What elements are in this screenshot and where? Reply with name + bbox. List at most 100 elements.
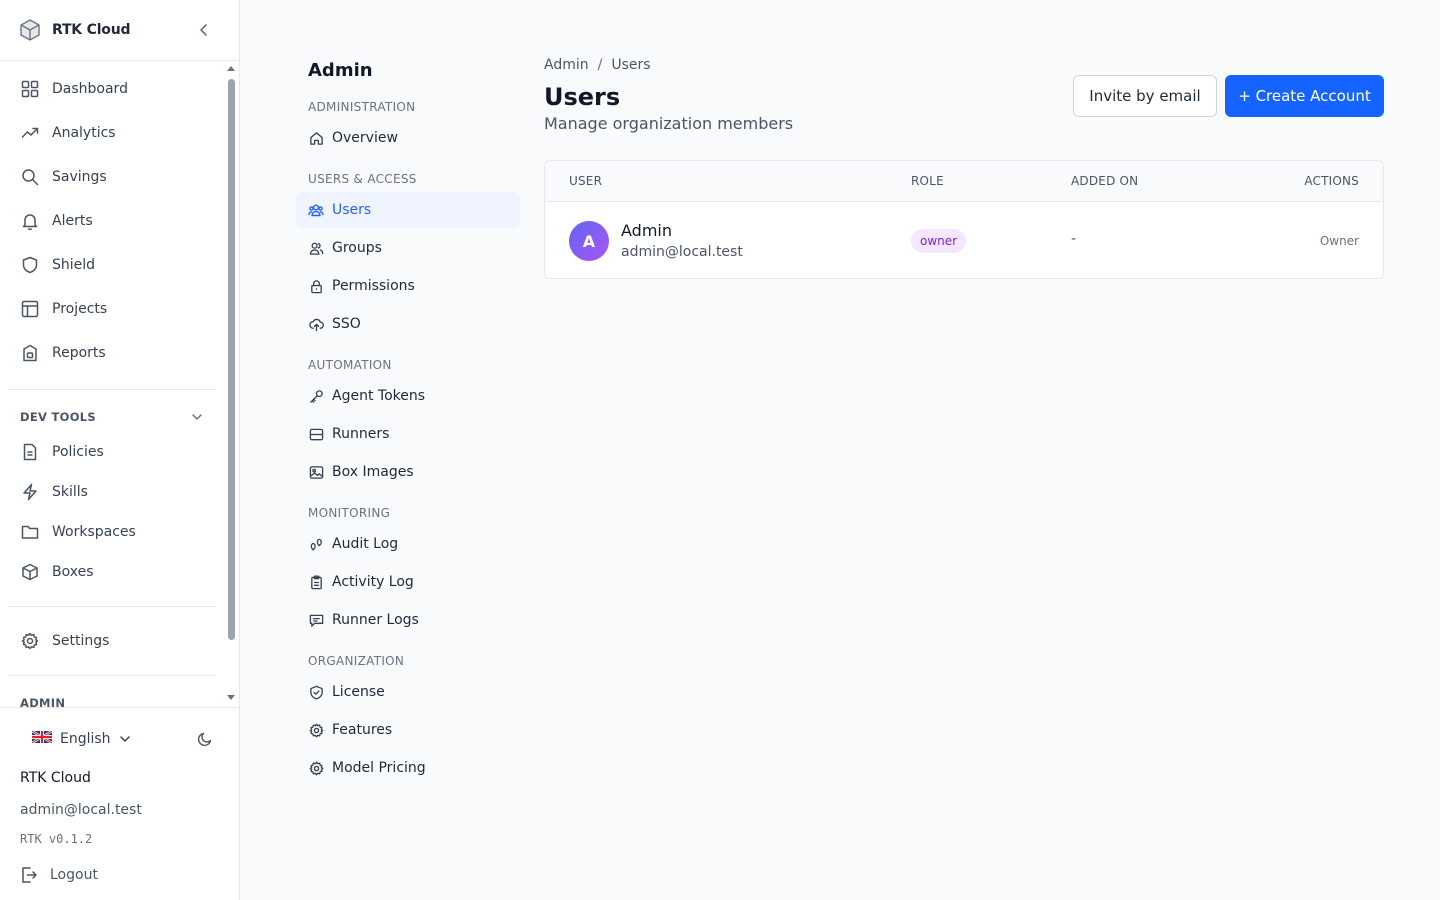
subnav-item-label: Audit Log — [332, 536, 399, 552]
clipboard-icon — [308, 574, 324, 590]
subnav-item-sso[interactable]: SSO — [296, 306, 520, 342]
subnav-item-label: Groups — [332, 240, 382, 256]
table-row: A Admin admin@local.test owner - Owner — [545, 202, 1383, 278]
dev-tools-chevron-down-icon[interactable] — [188, 408, 206, 426]
page-title: Users — [544, 83, 621, 111]
breadcrumb-current: Users — [611, 57, 651, 73]
document-icon — [20, 442, 40, 462]
sidebar-item-label: Analytics — [52, 125, 116, 141]
subnav-item-label: Model Pricing — [332, 760, 426, 776]
main-sidebar: RTK Cloud Dashboard Analytics Savings Al… — [0, 0, 240, 900]
subnav-item-groups[interactable]: Groups — [296, 230, 520, 266]
sidebar-item-reports[interactable]: Reports — [8, 335, 216, 371]
breadcrumb: Admin / Users — [544, 57, 651, 73]
create-account-button[interactable]: + Create Account — [1225, 75, 1384, 117]
group-label-administration: ADMINISTRATION — [308, 100, 416, 114]
action-cell: Owner — [1319, 234, 1359, 248]
sidebar-item-alerts[interactable]: Alerts — [8, 203, 216, 239]
subnav-item-label: License — [332, 684, 385, 700]
avatar: A — [569, 221, 609, 261]
sidebar-item-workspaces[interactable]: Workspaces — [8, 514, 216, 550]
sidebar-item-label: Boxes — [52, 564, 94, 580]
language-select[interactable]: English — [31, 729, 131, 749]
subnav-item-overview[interactable]: Overview — [296, 120, 520, 156]
sidebar-item-shield[interactable]: Shield — [8, 247, 216, 283]
gear-icon — [308, 760, 324, 776]
sidebar-item-label: Skills — [52, 484, 88, 500]
footprints-icon — [308, 536, 324, 552]
gear-icon — [308, 722, 324, 738]
sidebar-scrollbar-thumb[interactable] — [228, 79, 235, 640]
group-label-users-access: USERS & ACCESS — [308, 172, 417, 186]
logout-label: Logout — [50, 867, 98, 883]
subnav-item-runners[interactable]: Runners — [296, 416, 520, 452]
subnav-item-users[interactable]: Users — [296, 192, 520, 228]
sidebar-item-label: Shield — [52, 257, 96, 273]
shield-icon — [20, 255, 40, 275]
subnav-item-box-images[interactable]: Box Images — [296, 454, 520, 490]
group-label-automation: AUTOMATION — [308, 358, 392, 372]
column-header-user: USER — [569, 174, 603, 188]
org-name: RTK Cloud — [20, 770, 91, 786]
sidebar-scroll-area: Dashboard Analytics Savings Alerts Shiel… — [0, 61, 239, 707]
moon-icon[interactable] — [195, 729, 215, 749]
subnav-item-label: Runners — [332, 426, 390, 442]
table-icon — [20, 299, 40, 319]
subnav-item-features[interactable]: Features — [296, 712, 520, 748]
sidebar-item-projects[interactable]: Projects — [8, 291, 216, 327]
collapse-sidebar-chevron-left-icon[interactable] — [195, 21, 213, 39]
subnav-item-runner-logs[interactable]: Runner Logs — [296, 602, 520, 638]
sidebar-header: RTK Cloud — [0, 0, 239, 61]
subnav-item-label: Agent Tokens — [332, 388, 426, 404]
subnav-item-agent-tokens[interactable]: Agent Tokens — [296, 378, 520, 414]
subnav-item-audit-log[interactable]: Audit Log — [296, 526, 520, 562]
users-table: USER ROLE ADDED ON ACTIONS A Admin admin… — [544, 160, 1384, 279]
sidebar-item-label: Reports — [52, 345, 106, 361]
group-icon — [308, 240, 324, 256]
sidebar-item-label: Workspaces — [52, 524, 136, 540]
sidebar-item-label: Policies — [52, 444, 104, 460]
chevron-down-icon — [119, 733, 131, 745]
sidebar-item-boxes[interactable]: Boxes — [8, 554, 216, 590]
sidebar-item-label: Savings — [52, 169, 107, 185]
subnav-item-activity-log[interactable]: Activity Log — [296, 564, 520, 600]
sidebar-divider — [8, 389, 216, 390]
sidebar-item-label: Dashboard — [52, 81, 128, 97]
group-label-organization: ORGANIZATION — [308, 654, 405, 668]
sidebar-scroll-up-arrow-icon[interactable] — [227, 66, 235, 71]
language-label: English — [60, 731, 111, 747]
brand-name: RTK Cloud — [52, 22, 131, 38]
sidebar-item-label: Projects — [52, 301, 108, 317]
sidebar-item-analytics[interactable]: Analytics — [8, 115, 216, 151]
sidebar-scroll-down-arrow-icon[interactable] — [227, 695, 235, 700]
sidebar-item-label: Settings — [52, 633, 110, 649]
sidebar-item-policies[interactable]: Policies — [8, 434, 216, 470]
column-header-added-on: ADDED ON — [1071, 174, 1139, 188]
sidebar-item-settings[interactable]: Settings — [8, 623, 216, 659]
subnav-item-label: Overview — [332, 130, 398, 146]
admin-nav-title: Admin — [308, 60, 373, 81]
sidebar-item-skills[interactable]: Skills — [8, 474, 216, 510]
subnav-item-label: SSO — [332, 316, 361, 332]
page-subtitle: Manage organization members — [544, 114, 794, 133]
sidebar-item-savings[interactable]: Savings — [8, 159, 216, 195]
added-on-cell: - — [1071, 231, 1077, 247]
subnav-item-permissions[interactable]: Permissions — [296, 268, 520, 304]
shield-check-icon — [308, 684, 324, 700]
breadcrumb-link-admin[interactable]: Admin — [544, 57, 589, 73]
logo-cube-icon — [18, 18, 42, 42]
sidebar-footer: English RTK Cloud admin@local.test RTK v… — [0, 707, 239, 900]
table-header: USER ROLE ADDED ON ACTIONS — [545, 161, 1383, 202]
column-header-role: ROLE — [911, 174, 944, 188]
invite-by-email-button[interactable]: Invite by email — [1073, 75, 1217, 117]
subnav-item-model-pricing[interactable]: Model Pricing — [296, 750, 520, 786]
cube-icon — [20, 562, 40, 582]
trend-icon — [20, 123, 40, 143]
subnav-item-license[interactable]: License — [296, 674, 520, 710]
bell-icon — [20, 211, 40, 231]
sidebar-item-dashboard[interactable]: Dashboard — [8, 71, 216, 107]
search-icon — [20, 167, 40, 187]
dev-tools-section-title: DEV TOOLS — [20, 410, 97, 424]
logout-button[interactable]: Logout — [20, 865, 98, 885]
gear-icon — [20, 631, 40, 651]
